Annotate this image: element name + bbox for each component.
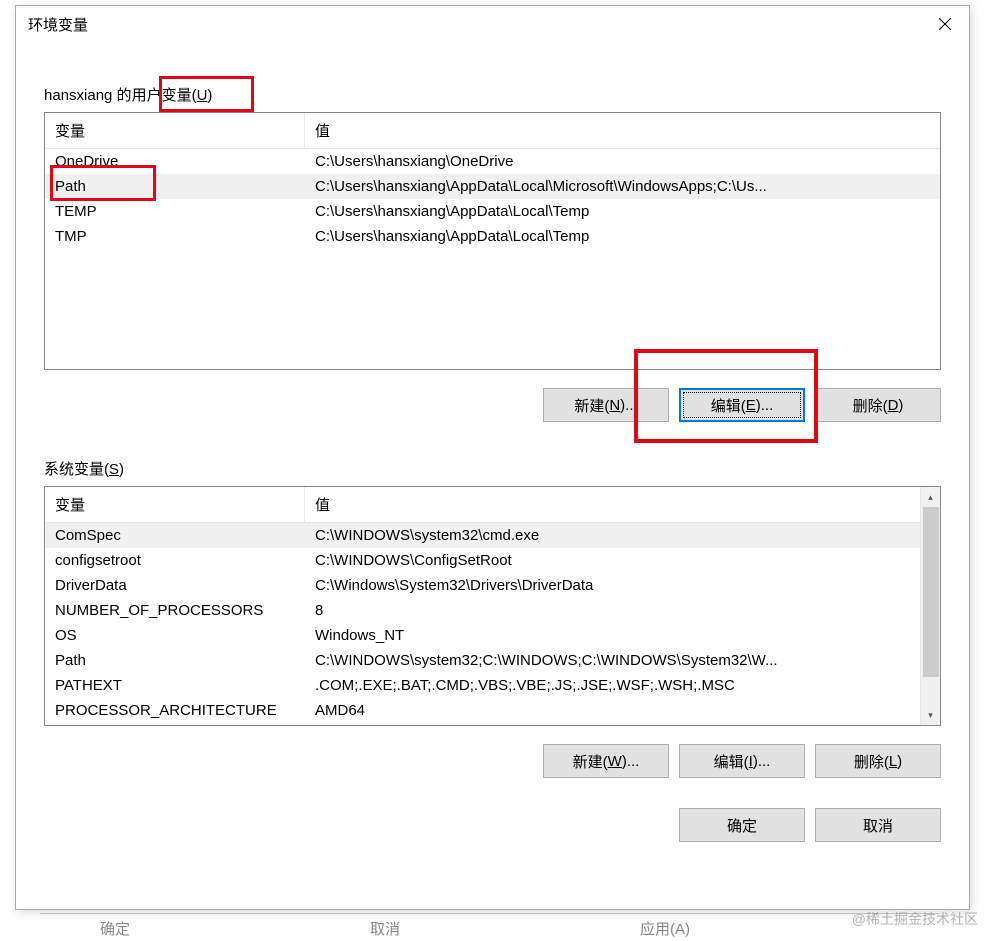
user-col-value-header[interactable]: 值 xyxy=(305,113,940,148)
system-variables-label: 系统变量(S) xyxy=(44,458,941,479)
sys-label-key: S xyxy=(109,461,119,478)
row-name: PROCESSOR_ARCHITECTURE xyxy=(45,698,305,723)
user-edit-button[interactable]: 编辑(E)... xyxy=(679,388,805,422)
table-row[interactable]: PATHEXT.COM;.EXE;.BAT;.CMD;.VBS;.VBE;.JS… xyxy=(45,673,920,698)
row-name: DriverData xyxy=(45,573,305,598)
user-label-prefix: hansxiang 的 xyxy=(44,87,132,104)
user-button-row: 新建(N)... 编辑(E)... 删除(D) xyxy=(44,388,941,422)
sys-new-button[interactable]: 新建(W)... xyxy=(543,744,669,778)
table-row[interactable]: OSWindows_NT xyxy=(45,623,920,648)
environment-variables-dialog: 环境变量 hansxiang 的用户变量(U) 变量 值 OneDriveC:\… xyxy=(15,5,970,910)
row-value: C:\Users\hansxiang\AppData\Local\Temp xyxy=(305,224,940,249)
ok-button[interactable]: 确定 xyxy=(679,808,805,842)
parent-ok-text: 确定 xyxy=(40,914,190,941)
user-variables-table[interactable]: 变量 值 OneDriveC:\Users\hansxiang\OneDrive… xyxy=(44,112,941,370)
table-row[interactable]: TEMPC:\Users\hansxiang\AppData\Local\Tem… xyxy=(45,199,940,224)
system-scrollbar[interactable]: ▴ ▾ xyxy=(920,487,940,725)
row-value: C:\Users\hansxiang\OneDrive xyxy=(305,149,940,174)
scroll-up-icon[interactable]: ▴ xyxy=(921,487,940,507)
row-value: .COM;.EXE;.BAT;.CMD;.VBS;.VBE;.JS;.JSE;.… xyxy=(305,673,920,698)
user-table-header[interactable]: 变量 值 xyxy=(45,113,940,149)
row-value: C:\Users\hansxiang\AppData\Local\Microso… xyxy=(305,174,940,199)
user-label-key: U xyxy=(197,87,208,104)
sys-delete-button[interactable]: 删除(L) xyxy=(815,744,941,778)
row-value: Windows_NT xyxy=(305,623,920,648)
table-row[interactable]: NUMBER_OF_PROCESSORS8 xyxy=(45,598,920,623)
sys-label-suffix: ) xyxy=(119,461,124,478)
user-new-button[interactable]: 新建(N)... xyxy=(543,388,669,422)
row-name: OS xyxy=(45,623,305,648)
user-label-main: 用户变量( xyxy=(132,87,197,104)
table-row[interactable]: OneDriveC:\Users\hansxiang\OneDrive xyxy=(45,149,940,174)
parent-buttons-row: 确定 取消 应用(A) xyxy=(40,913,940,941)
table-row[interactable]: DriverDataC:\Windows\System32\Drivers\Dr… xyxy=(45,573,920,598)
row-name: PATHEXT xyxy=(45,673,305,698)
sys-table-header[interactable]: 变量 值 xyxy=(45,487,920,523)
row-value: AMD64 xyxy=(305,698,920,723)
row-name: OneDrive xyxy=(45,149,305,174)
user-variables-label: hansxiang 的用户变量(U) xyxy=(44,84,941,105)
row-value: C:\WINDOWS\system32;C:\WINDOWS;C:\WINDOW… xyxy=(305,648,920,673)
row-name: configsetroot xyxy=(45,548,305,573)
table-row[interactable]: PathC:\WINDOWS\system32;C:\WINDOWS;C:\WI… xyxy=(45,648,920,673)
row-value: C:\Windows\System32\Drivers\DriverData xyxy=(305,573,920,598)
sys-col-value-header[interactable]: 值 xyxy=(305,487,920,522)
parent-apply-text: 应用(A) xyxy=(580,914,750,941)
system-variables-table[interactable]: 变量 值 ComSpecC:\WINDOWS\system32\cmd.exec… xyxy=(44,486,941,726)
titlebar: 环境变量 xyxy=(16,6,969,42)
cancel-button[interactable]: 取消 xyxy=(815,808,941,842)
user-label-suffix: ) xyxy=(207,87,212,104)
row-name: TEMP xyxy=(45,199,305,224)
row-name: Path xyxy=(45,174,305,199)
close-button[interactable] xyxy=(921,6,969,42)
row-value: C:\WINDOWS\system32\cmd.exe xyxy=(305,523,920,548)
watermark-text: @稀土掘金技术社区 xyxy=(852,909,978,929)
row-value: C:\Users\hansxiang\AppData\Local\Temp xyxy=(305,199,940,224)
row-value: 8 xyxy=(305,598,920,623)
close-icon xyxy=(939,18,951,30)
dialog-title: 环境变量 xyxy=(24,14,88,35)
row-name: Path xyxy=(45,648,305,673)
scroll-down-icon[interactable]: ▾ xyxy=(921,705,940,725)
sys-col-name-header[interactable]: 变量 xyxy=(45,487,305,522)
table-row[interactable]: PathC:\Users\hansxiang\AppData\Local\Mic… xyxy=(45,174,940,199)
sys-edit-button[interactable]: 编辑(I)... xyxy=(679,744,805,778)
table-row[interactable]: TMPC:\Users\hansxiang\AppData\Local\Temp xyxy=(45,224,940,249)
table-row[interactable]: ComSpecC:\WINDOWS\system32\cmd.exe xyxy=(45,523,920,548)
table-row[interactable]: PROCESSOR_ARCHITECTUREAMD64 xyxy=(45,698,920,723)
row-name: TMP xyxy=(45,224,305,249)
parent-cancel-text: 取消 xyxy=(310,914,460,941)
row-value: C:\WINDOWS\ConfigSetRoot xyxy=(305,548,920,573)
user-col-name-header[interactable]: 变量 xyxy=(45,113,305,148)
dialog-button-row: 确定 取消 xyxy=(44,808,941,842)
sys-label-main: 系统变量( xyxy=(44,461,109,478)
sys-button-row: 新建(W)... 编辑(I)... 删除(L) xyxy=(44,744,941,778)
table-row[interactable]: configsetrootC:\WINDOWS\ConfigSetRoot xyxy=(45,548,920,573)
scroll-thumb[interactable] xyxy=(923,507,939,677)
row-name: NUMBER_OF_PROCESSORS xyxy=(45,598,305,623)
user-delete-button[interactable]: 删除(D) xyxy=(815,388,941,422)
row-name: ComSpec xyxy=(45,523,305,548)
